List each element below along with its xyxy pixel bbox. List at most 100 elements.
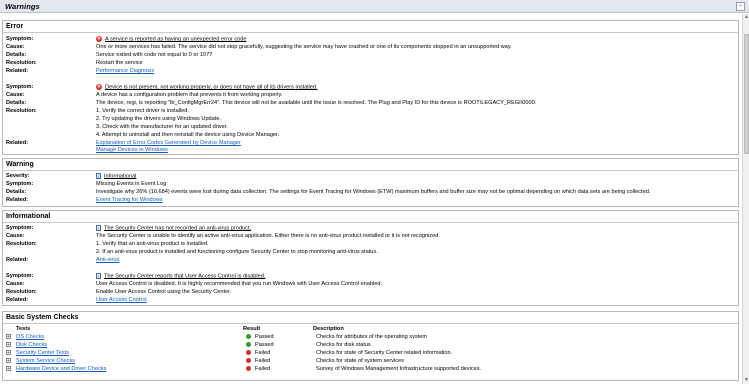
cause-label: Cause: bbox=[6, 281, 25, 287]
expand-icon[interactable]: + bbox=[6, 342, 11, 348]
warning-section: Warning Severity: i Informational Symptom… bbox=[2, 158, 739, 207]
vertical-scrollbar[interactable]: ▲ ▼ bbox=[742, 14, 749, 384]
related-label: Related: bbox=[6, 297, 29, 303]
test-result: Passed bbox=[255, 342, 274, 348]
info-icon: i bbox=[96, 273, 101, 279]
severity-label: Severity: bbox=[6, 173, 30, 179]
symptom-label: Symptom: bbox=[6, 36, 34, 42]
performance-diagnosis-link[interactable]: Performance Diagnosis bbox=[96, 68, 154, 75]
symptom-label: Symptom: bbox=[6, 181, 34, 187]
details-label: Details: bbox=[6, 100, 27, 106]
error-1-cause: One or more services has failed. The ser… bbox=[96, 44, 512, 50]
expand-icon[interactable]: + bbox=[6, 366, 11, 372]
info-2-resolution: Enable User Access Control using the Sec… bbox=[96, 289, 232, 295]
error-2-resolution-step-4: 4. Attempt to uninstall and then reinsta… bbox=[96, 132, 280, 138]
test-result: Failed bbox=[255, 350, 271, 356]
column-tests: Tests bbox=[16, 326, 31, 332]
table-row[interactable]: + OS Checks Passed Checks for attributes… bbox=[6, 333, 736, 341]
scroll-up-icon[interactable]: ▲ bbox=[744, 15, 749, 20]
test-description: Checks for disk status bbox=[316, 342, 371, 348]
error-icon: ✕ bbox=[96, 36, 102, 42]
error-2-symptom: Device is not present, not working prope… bbox=[105, 84, 318, 91]
column-result: Result bbox=[243, 326, 261, 332]
error-1-symptom: A service is reported as having an unexp… bbox=[105, 36, 247, 43]
cause-label: Cause: bbox=[6, 233, 25, 239]
test-result: Passed bbox=[255, 334, 274, 340]
fail-icon bbox=[246, 366, 251, 371]
informational-section: Informational Symptom: i The Security Cen… bbox=[2, 210, 739, 306]
error-2-resolution-step-3: 3. Check with the manufacturer for an up… bbox=[96, 124, 228, 130]
warning-severity: Informational bbox=[104, 173, 137, 180]
error-1-details: Service exited with code not equal to 0 … bbox=[96, 52, 213, 58]
test-name-link[interactable]: Security Center Tests bbox=[16, 349, 69, 357]
related-label: Related: bbox=[6, 257, 29, 263]
resolution-label: Resolution: bbox=[6, 289, 37, 295]
info-icon: i bbox=[96, 225, 101, 231]
error-2-details: The device, regi, is reporting "lb_Confi… bbox=[96, 100, 537, 106]
fail-icon bbox=[246, 358, 251, 363]
test-name-link[interactable]: System Service Checks bbox=[16, 357, 75, 365]
warnings-header: Warnings − bbox=[0, 0, 749, 13]
fail-icon bbox=[246, 350, 251, 355]
table-row[interactable]: + System Service Checks Failed Checks fo… bbox=[6, 357, 736, 365]
test-description: Survey of Windows Management Infrastruct… bbox=[316, 366, 482, 372]
error-codes-link[interactable]: Explanation of Error Codes Generated by … bbox=[96, 140, 241, 147]
error-1-resolution: Restart the service bbox=[96, 60, 143, 66]
manage-devices-link[interactable]: Manage Devices in Windows bbox=[96, 147, 168, 154]
test-description: Checks for attributes of the operating s… bbox=[316, 334, 427, 340]
expand-icon[interactable]: + bbox=[6, 334, 11, 340]
resolution-label: Resolution: bbox=[6, 60, 37, 66]
test-description: Checks for state of system services bbox=[316, 358, 404, 364]
cause-label: Cause: bbox=[6, 44, 25, 50]
warning-details: Investigate why 26% (10,684) events were… bbox=[96, 189, 651, 195]
anti-virus-link[interactable]: Anti-virus bbox=[96, 257, 119, 264]
error-2-resolution-step-1: 1. Verify the correct driver is installe… bbox=[96, 108, 189, 114]
resolution-label: Resolution: bbox=[6, 241, 37, 247]
info-1-symptom: The Security Center has not recorded an … bbox=[104, 225, 252, 232]
error-section-header: Error bbox=[3, 21, 738, 33]
test-name-link[interactable]: OS Checks bbox=[16, 333, 44, 341]
table-row[interactable]: + Disk Checks Passed Checks for disk sta… bbox=[6, 341, 736, 349]
test-result: Failed bbox=[255, 358, 271, 364]
details-label: Details: bbox=[6, 52, 27, 58]
warning-section-header: Warning bbox=[3, 159, 738, 171]
info-icon: i bbox=[96, 173, 101, 179]
symptom-label: Symptom: bbox=[6, 225, 34, 231]
error-icon: ✕ bbox=[96, 84, 102, 90]
table-row[interactable]: + Hardware Device and Driver Checks Fail… bbox=[6, 365, 736, 373]
column-description: Description bbox=[313, 326, 344, 332]
error-section: Error Symptom: ✕ A service is reported as… bbox=[2, 20, 739, 155]
user-access-control-link[interactable]: User Access Control bbox=[96, 297, 147, 304]
table-row[interactable]: + Security Center Tests Failed Checks fo… bbox=[6, 349, 736, 357]
informational-section-header: Informational bbox=[3, 211, 738, 223]
details-label: Details: bbox=[6, 189, 27, 195]
scroll-thumb[interactable] bbox=[744, 34, 749, 154]
info-2-cause: User Access Control is disabled. It is h… bbox=[96, 281, 383, 287]
collapse-icon[interactable]: − bbox=[736, 2, 745, 11]
scroll-down-icon[interactable]: ▼ bbox=[744, 378, 749, 383]
error-2-cause: A device has a configuration problem tha… bbox=[96, 92, 283, 98]
info-1-resolution-step-1: 1. Verify that an anti-virus product is … bbox=[96, 241, 209, 247]
event-tracing-link[interactable]: Event Tracing for Windows bbox=[96, 197, 163, 204]
test-name-link[interactable]: Disk Checks bbox=[16, 341, 47, 349]
info-1-cause: The Security Center is unable to identif… bbox=[96, 233, 440, 239]
resolution-label: Resolution: bbox=[6, 108, 37, 114]
pass-icon bbox=[246, 334, 251, 339]
cause-label: Cause: bbox=[6, 92, 25, 98]
error-2-resolution-step-2: 2. Try updating the drivers using Window… bbox=[96, 116, 221, 122]
test-description: Checks for state of Security Center rela… bbox=[316, 350, 453, 356]
info-2-symptom: The Security Center reports that User Ac… bbox=[104, 273, 266, 280]
info-1-resolution-step-2: 2. If an anti-virus product is installed… bbox=[96, 249, 378, 255]
pass-icon bbox=[246, 342, 251, 347]
basic-checks-section: Basic System Checks Tests Result Descrip… bbox=[2, 311, 739, 381]
test-name-link[interactable]: Hardware Device and Driver Checks bbox=[16, 365, 106, 373]
expand-icon[interactable]: + bbox=[6, 358, 11, 364]
related-label: Related: bbox=[6, 68, 29, 74]
expand-icon[interactable]: + bbox=[6, 350, 11, 356]
basic-checks-header: Basic System Checks bbox=[3, 312, 738, 324]
related-label: Related: bbox=[6, 197, 29, 203]
related-label: Related: bbox=[6, 140, 29, 146]
warnings-title: Warnings bbox=[5, 2, 40, 11]
test-result: Failed bbox=[255, 366, 271, 372]
symptom-label: Symptom: bbox=[6, 273, 34, 279]
